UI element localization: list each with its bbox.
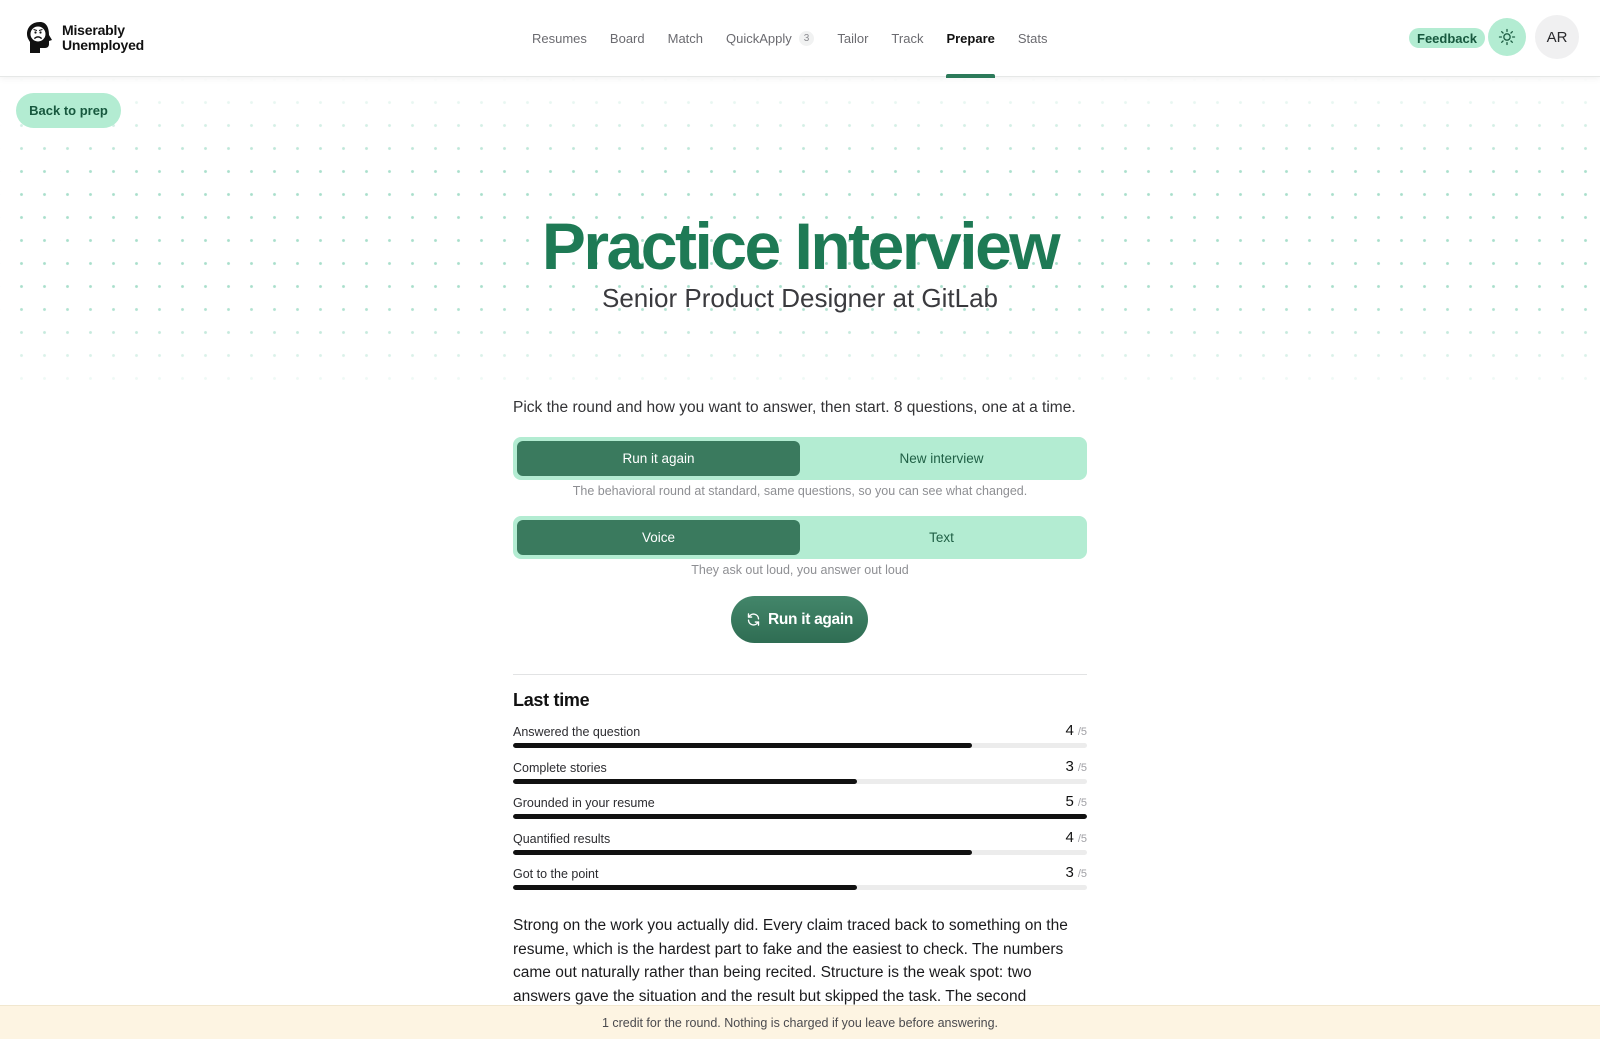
nav-item-label: Track xyxy=(891,31,924,46)
user-avatar[interactable]: AR xyxy=(1535,15,1579,59)
score-number: 3 xyxy=(1065,757,1074,775)
score-value: 3/5 xyxy=(1065,758,1087,775)
last-time-heading: Last time xyxy=(513,690,590,710)
nav-item-label: Stats xyxy=(1017,31,1048,46)
answer-mode-selector: Voice Text xyxy=(513,516,1087,559)
nav-item-track[interactable]: Track xyxy=(891,0,923,77)
score-max: /5 xyxy=(1077,832,1087,845)
score-max: /5 xyxy=(1077,797,1087,809)
brand-name: Miserably Unemployed xyxy=(62,23,144,53)
score-label: Got to the point xyxy=(513,867,599,881)
feedback-button[interactable]: Feedback xyxy=(1409,28,1485,48)
nav-item-board[interactable]: Board xyxy=(610,0,645,77)
score-bar-track xyxy=(513,743,1087,748)
sun-icon xyxy=(1498,28,1516,46)
brand-line-2: Unemployed xyxy=(62,37,145,53)
score-max: /5 xyxy=(1077,726,1087,738)
nav-item-label: QuickApply xyxy=(726,31,792,46)
nav-item-label: Tailor xyxy=(837,31,869,46)
nav-item-match[interactable]: Match xyxy=(668,0,703,77)
score-list: Answered the question 4/5 Complete stories… xyxy=(513,720,1087,898)
score-label: Grounded in your resume xyxy=(513,796,655,810)
score-number: 5 xyxy=(1065,793,1074,810)
page-title: Practice Interview xyxy=(541,209,1061,283)
page-subtitle: Senior Product Designer at GitLab xyxy=(602,283,998,313)
score-bar-track xyxy=(513,778,1087,784)
section-divider xyxy=(513,674,1087,675)
round-option-new-interview[interactable]: New interview xyxy=(800,441,1083,476)
setup-instructions: Pick the round and how you want to answe… xyxy=(513,399,1076,416)
score-label: Complete stories xyxy=(513,760,607,775)
brand[interactable]: Miserably Unemployed xyxy=(24,20,144,56)
score-value: 4/5 xyxy=(1065,722,1087,739)
mode-hint: They ask out loud, you answer out loud xyxy=(691,563,909,577)
refresh-icon xyxy=(747,613,760,626)
round-hint: The behavioral round at standard, same q… xyxy=(572,484,1028,498)
nav-item-prepare[interactable]: Prepare xyxy=(946,0,996,78)
score-row: Got to the point 3/5 xyxy=(513,862,1087,898)
round-option-run-again[interactable]: Run it again xyxy=(517,441,800,476)
score-bar-track xyxy=(513,849,1087,855)
score-row: Answered the question 4/5 xyxy=(513,720,1087,756)
main-nav: Resumes Board Match QuickApply 3 Tailor … xyxy=(532,0,1071,78)
score-row: Complete stories 3/5 xyxy=(513,756,1087,792)
mode-option-voice[interactable]: Voice xyxy=(517,520,800,555)
feedback-summary: Strong on the work you actually did. Eve… xyxy=(513,917,1068,1005)
score-value: 4/5 xyxy=(1065,829,1087,846)
credit-notice-text: 1 credit for the round. Nothing is charg… xyxy=(601,1015,999,1030)
score-label: Answered the question xyxy=(513,725,641,739)
score-bar-track xyxy=(513,885,1087,890)
credit-notice-bar: 1 credit for the round. Nothing is charg… xyxy=(0,1005,1600,1039)
score-value: 5/5 xyxy=(1065,793,1087,810)
score-row: Grounded in your resume 5/5 xyxy=(513,791,1087,827)
brain-head-logo-icon xyxy=(27,22,52,53)
score-bar-fill xyxy=(513,885,858,890)
score-bar-track xyxy=(513,814,1087,819)
score-max: /5 xyxy=(1077,868,1087,880)
nav-item-quickapply[interactable]: QuickApply 3 xyxy=(726,0,815,77)
round-selector: Run it again New interview xyxy=(513,437,1087,480)
brand-line-1: Miserably xyxy=(62,22,125,38)
run-it-again-button[interactable]: Run it again xyxy=(731,596,868,643)
score-max: /5 xyxy=(1077,761,1087,774)
score-label: Quantified results xyxy=(513,831,611,846)
nav-item-label: Match xyxy=(667,31,704,46)
score-number: 4 xyxy=(1065,828,1074,846)
nav-item-resumes[interactable]: Resumes xyxy=(532,0,587,77)
score-bar-fill xyxy=(513,814,1087,819)
theme-toggle-button[interactable] xyxy=(1488,18,1526,56)
nav-item-tailor[interactable]: Tailor xyxy=(837,0,868,77)
score-bar-fill xyxy=(513,849,973,855)
score-row: Quantified results 4/5 xyxy=(513,827,1087,863)
score-value: 3/5 xyxy=(1065,864,1087,881)
score-number: 4 xyxy=(1065,722,1074,739)
back-to-prep-button[interactable]: Back to prep xyxy=(16,93,121,128)
run-it-again-label: Run it again xyxy=(767,610,854,628)
nav-item-label: Resumes xyxy=(532,31,587,46)
quickapply-count-badge: 3 xyxy=(798,31,815,46)
mode-option-text[interactable]: Text xyxy=(800,520,1083,555)
score-bar-fill xyxy=(513,778,858,784)
nav-item-stats[interactable]: Stats xyxy=(1018,0,1048,77)
top-nav: Miserably Unemployed Resumes Board Match… xyxy=(0,0,1600,78)
score-bar-fill xyxy=(513,743,973,748)
nav-item-label: Prepare xyxy=(946,31,995,46)
score-number: 3 xyxy=(1065,864,1074,881)
nav-item-label: Board xyxy=(609,31,645,46)
